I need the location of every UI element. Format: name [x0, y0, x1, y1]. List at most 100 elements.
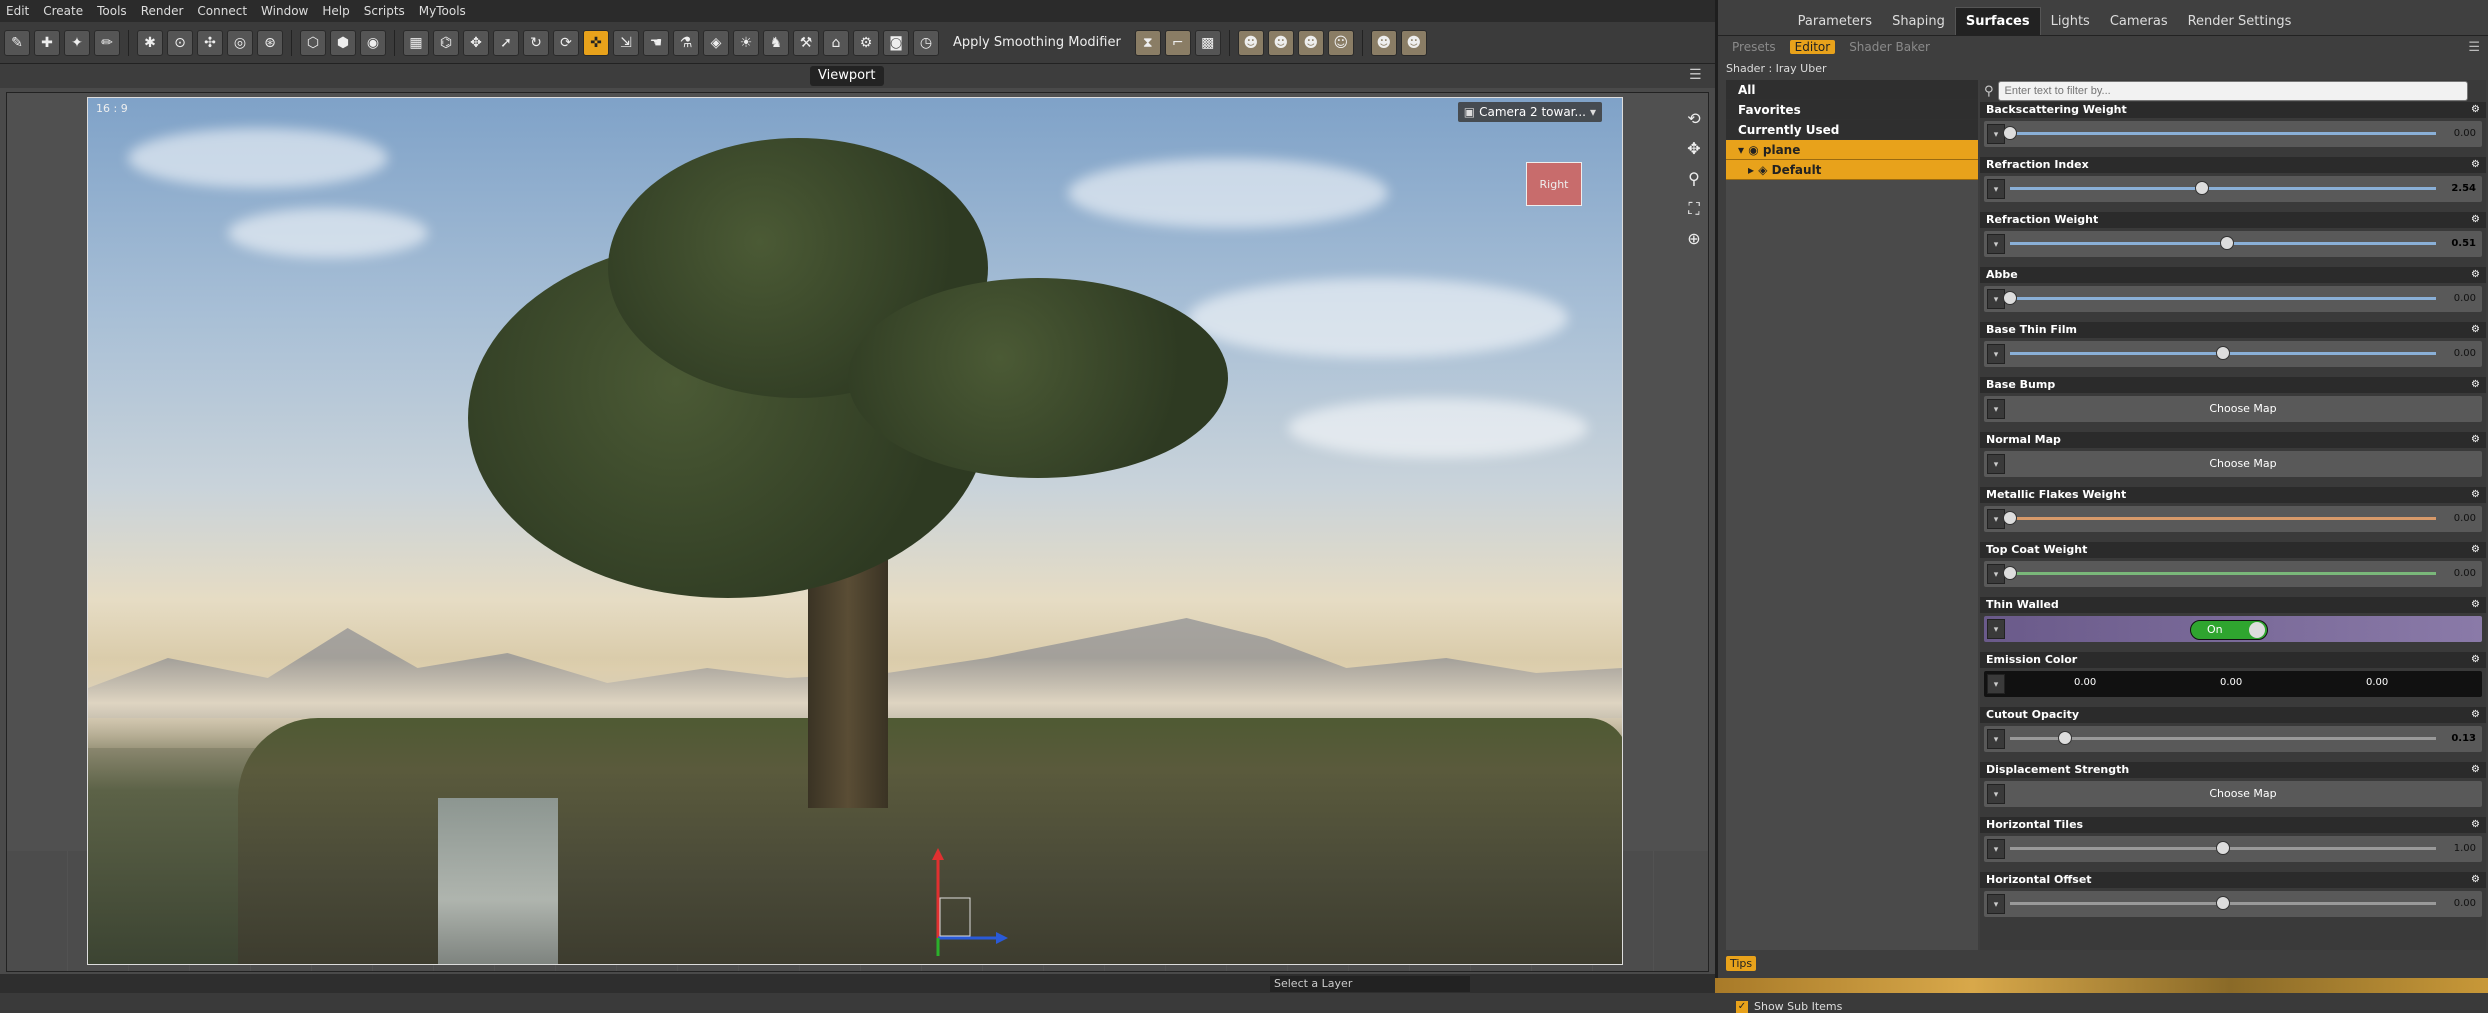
tab-parameters[interactable]: Parameters: [1788, 8, 1882, 35]
chevron-down-icon[interactable]: ▾: [1987, 344, 2005, 364]
chevron-down-icon[interactable]: ▾: [1987, 454, 2005, 474]
universal-tool-icon[interactable]: ✜: [583, 29, 609, 56]
chevron-down-icon[interactable]: ▾: [1987, 894, 2005, 914]
subtab-presets[interactable]: Presets: [1732, 40, 1776, 54]
tips-button[interactable]: Tips: [1726, 956, 1757, 971]
menu-icon[interactable]: ☰: [1689, 67, 1707, 83]
property-gear-icon[interactable]: ⚙: [2471, 377, 2480, 393]
slider-knob[interactable]: [2216, 346, 2230, 360]
slider-knob[interactable]: [2194, 181, 2209, 195]
slider-knob[interactable]: [2058, 731, 2073, 745]
menu-create[interactable]: Create: [43, 4, 83, 18]
chevron-down-icon[interactable]: ▾: [1987, 729, 2005, 749]
property-control[interactable]: ▾ 0.00: [1984, 286, 2482, 312]
chevron-down-icon[interactable]: ▾: [1987, 674, 2005, 694]
property-value[interactable]: 0.00: [2454, 513, 2476, 524]
property-control[interactable]: ▾ 0.00: [1984, 891, 2482, 917]
boot-icon[interactable]: ⌐: [1164, 29, 1191, 56]
filter-input[interactable]: [1997, 81, 2468, 101]
droplet-icon[interactable]: ◈: [703, 29, 729, 56]
property-value[interactable]: 0.00: [2454, 348, 2476, 359]
rigging-icon[interactable]: ✣: [197, 29, 223, 56]
property-gear-icon[interactable]: ⚙: [2471, 432, 2480, 448]
color-channel-value[interactable]: 0.00: [2366, 677, 2388, 688]
property-gear-icon[interactable]: ⚙: [2471, 157, 2480, 173]
scale-icon[interactable]: ⇲: [613, 29, 639, 56]
chevron-down-icon[interactable]: ▾: [1987, 179, 2005, 199]
rotate-icon[interactable]: ↻: [523, 29, 549, 56]
weight-icon[interactable]: ⚗: [673, 29, 699, 56]
menu-render[interactable]: Render: [141, 4, 184, 18]
menu-mytools[interactable]: MyTools: [419, 4, 466, 18]
tree-item-plane[interactable]: ▾ ◉ plane: [1726, 140, 1978, 160]
tree-item-default[interactable]: ▸ ◈ Default: [1726, 160, 1978, 180]
menu-scripts[interactable]: Scripts: [364, 4, 405, 18]
slider-track[interactable]: [2010, 517, 2436, 520]
property-control[interactable]: ▾ 1.00: [1984, 836, 2482, 862]
property-value[interactable]: 0.13: [2451, 733, 2476, 744]
joint-icon[interactable]: ⊙: [167, 29, 193, 56]
orbit-icon[interactable]: ⟲: [1684, 109, 1704, 129]
slider-track[interactable]: [2010, 187, 2436, 190]
tab-cameras[interactable]: Cameras: [2100, 8, 2178, 35]
menu-help[interactable]: Help: [322, 4, 349, 18]
node-icon[interactable]: ✱: [137, 29, 163, 56]
property-control[interactable]: ▾ 0.00: [1984, 341, 2482, 367]
frame-icon[interactable]: ⛶: [1684, 199, 1704, 219]
property-value[interactable]: 2.54: [2451, 183, 2476, 194]
viewport-tab[interactable]: Viewport: [810, 66, 884, 86]
property-control[interactable]: ▾ Choose Map: [1984, 396, 2482, 422]
property-control[interactable]: ▾ 2.54: [1984, 176, 2482, 202]
choose-map-button[interactable]: Choose Map: [2010, 457, 2476, 470]
figure-thumbnail-5-icon[interactable]: ☻: [1370, 29, 1397, 56]
figure-thumbnail-4-icon[interactable]: ☺: [1327, 29, 1354, 56]
property-control[interactable]: ▾ 0.51: [1984, 231, 2482, 257]
chevron-down-icon[interactable]: ▾: [1987, 399, 2005, 419]
menu-edit[interactable]: Edit: [6, 4, 29, 18]
property-gear-icon[interactable]: ⚙: [2471, 652, 2480, 668]
property-control[interactable]: ▾ 0.00: [1984, 561, 2482, 587]
property-gear-icon[interactable]: ⚙: [2471, 707, 2480, 723]
camera-selector[interactable]: ▣ Camera 2 towar... ▾: [1457, 102, 1602, 122]
slider-knob[interactable]: [2003, 566, 2017, 580]
texture-icon[interactable]: ▩: [1194, 29, 1221, 56]
chevron-down-icon[interactable]: ▾: [1987, 234, 2005, 254]
cube-icon[interactable]: ⬡: [300, 29, 326, 56]
render-settings-icon[interactable]: ⚙: [853, 29, 879, 56]
property-control[interactable]: ▾ 0.00 0.00 0.00: [1984, 671, 2482, 697]
choose-map-button[interactable]: Choose Map: [2010, 402, 2476, 415]
slider-track[interactable]: [2010, 737, 2436, 740]
render-preview-icon[interactable]: ⌂: [823, 29, 849, 56]
tree-item-currently-used[interactable]: Currently Used: [1726, 120, 1978, 140]
transform-gizmo[interactable]: [928, 848, 1008, 958]
slider-track[interactable]: [2010, 132, 2436, 135]
subtab-shader-baker[interactable]: Shader Baker: [1849, 40, 1930, 54]
paint-icon[interactable]: ✎: [4, 29, 30, 56]
menu-window[interactable]: Window: [261, 4, 308, 18]
property-control[interactable]: ▾ 0.00: [1984, 506, 2482, 532]
property-gear-icon[interactable]: ⚙: [2471, 762, 2480, 778]
property-value[interactable]: 0.00: [2454, 293, 2476, 304]
hand-icon[interactable]: ☚: [643, 29, 669, 56]
layer-select[interactable]: Select a Layer: [1270, 976, 1470, 992]
property-control[interactable]: ▾ On: [1984, 616, 2482, 642]
subtab-editor[interactable]: Editor: [1789, 40, 1836, 54]
figure-thumbnail-1-icon[interactable]: ☻: [1237, 29, 1264, 56]
choose-map-button[interactable]: Choose Map: [2010, 787, 2476, 800]
property-gear-icon[interactable]: ⚙: [2471, 817, 2480, 833]
chevron-down-icon[interactable]: ▾: [1987, 784, 2005, 804]
property-value[interactable]: 0.00: [2454, 128, 2476, 139]
property-value[interactable]: 1.00: [2454, 843, 2476, 854]
figure-thumbnail-6-icon[interactable]: ☻: [1400, 29, 1427, 56]
zoom-icon[interactable]: ⚲: [1684, 169, 1704, 189]
slider-knob[interactable]: [2216, 841, 2230, 855]
morph-icon[interactable]: ⚒: [793, 29, 819, 56]
camera-icon[interactable]: ◙: [883, 29, 909, 56]
bulb-icon[interactable]: ☀: [733, 29, 759, 56]
property-control[interactable]: ▾ 0.13: [1984, 726, 2482, 752]
move-icon[interactable]: ✥: [463, 29, 489, 56]
viewport[interactable]: 16 : 9 ▣ Camera 2 towar... ▾ Right ⟲ ✥ ⚲…: [6, 92, 1709, 972]
property-gear-icon[interactable]: ⚙: [2471, 212, 2480, 228]
tab-render-settings[interactable]: Render Settings: [2178, 8, 2302, 35]
property-gear-icon[interactable]: ⚙: [2471, 267, 2480, 283]
